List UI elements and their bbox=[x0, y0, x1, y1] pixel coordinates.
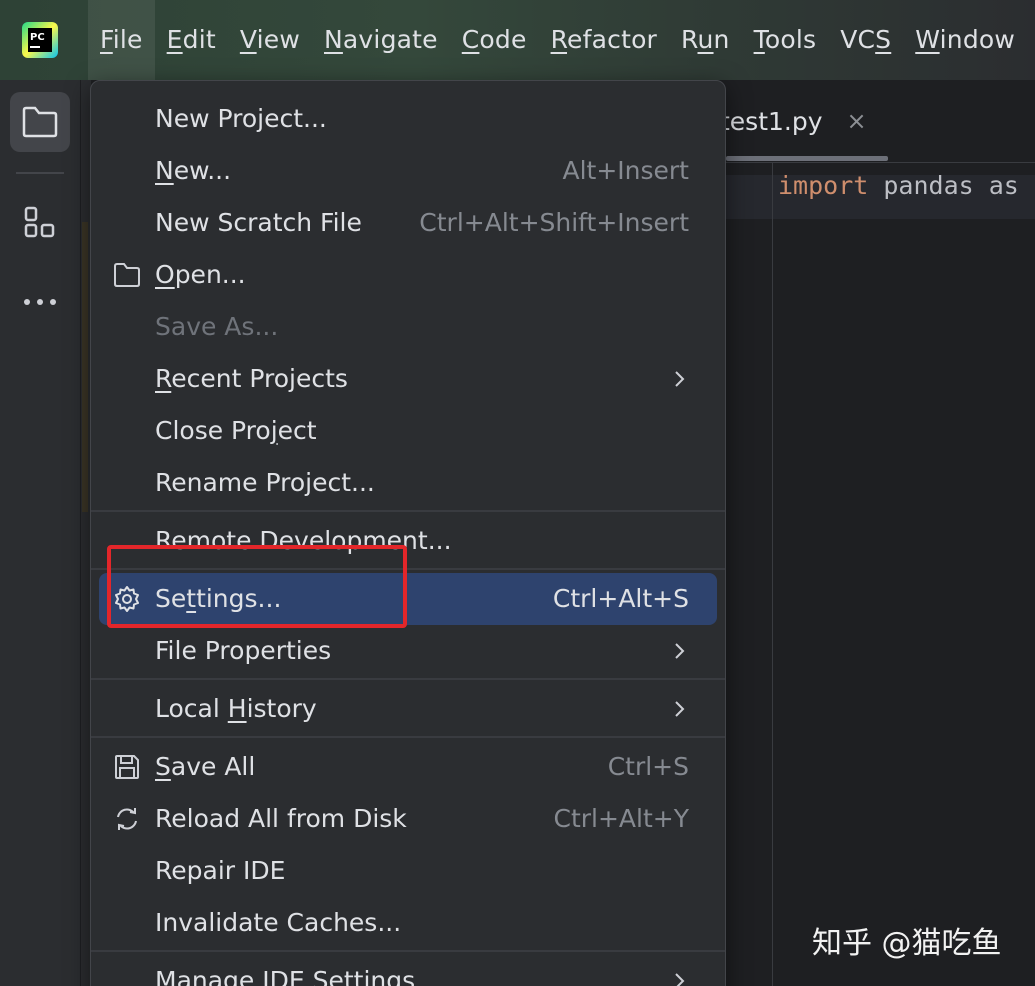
file-menu-dropdown: New Project... New... Alt+Insert New Scr… bbox=[90, 80, 726, 986]
menu-item-open[interactable]: Open... bbox=[99, 249, 717, 301]
gutter-divider bbox=[772, 163, 773, 986]
project-tool-button[interactable] bbox=[10, 92, 70, 152]
menu-item-repair-ide[interactable]: Repair IDE bbox=[99, 845, 717, 897]
menu-item-close-project[interactable]: Close Project bbox=[99, 405, 717, 457]
save-icon bbox=[115, 755, 139, 779]
tab-label: test1.py bbox=[720, 106, 823, 136]
reload-icon bbox=[117, 808, 137, 830]
svg-text:PC: PC bbox=[30, 32, 45, 43]
chevron-right-icon bbox=[675, 643, 685, 659]
project-panel-accent bbox=[82, 222, 88, 512]
structure-icon bbox=[24, 206, 55, 238]
menu-item-manage-ide-settings[interactable]: Manage IDE Settings bbox=[99, 955, 717, 986]
code-line-1[interactable]: import pandas as bbox=[778, 171, 1019, 200]
folder-open-icon bbox=[114, 263, 140, 287]
code-editor[interactable]: import pandas as bbox=[690, 163, 1035, 986]
menu-item-reload-all-from-disk[interactable]: Reload All from Disk Ctrl+Alt+Y bbox=[99, 793, 717, 845]
pycharm-logo-icon[interactable]: PC bbox=[22, 22, 58, 58]
menu-item-save-all[interactable]: Save All Ctrl+S bbox=[99, 741, 717, 793]
menu-navigate[interactable]: Navigate bbox=[312, 0, 450, 80]
menu-item-rename-project[interactable]: Rename Project... bbox=[99, 457, 717, 509]
left-toolstrip bbox=[0, 80, 81, 986]
menu-item-file-properties[interactable]: File Properties bbox=[99, 625, 717, 677]
menu-item-new-scratch-file[interactable]: New Scratch File Ctrl+Alt+Shift+Insert bbox=[99, 197, 717, 249]
chevron-right-icon bbox=[675, 371, 685, 387]
menu-edit[interactable]: Edit bbox=[155, 0, 228, 80]
menu-separator bbox=[91, 950, 725, 952]
close-icon[interactable]: × bbox=[847, 107, 867, 135]
menu-tools[interactable]: Tools bbox=[742, 0, 829, 80]
toolstrip-separator bbox=[16, 172, 64, 174]
menu-item-new-project[interactable]: New Project... bbox=[99, 93, 717, 145]
menu-item-local-history[interactable]: Local History bbox=[99, 683, 717, 735]
menu-separator bbox=[91, 510, 725, 512]
menu-file[interactable]: File bbox=[88, 0, 155, 80]
menu-item-save-as: Save As... bbox=[155, 312, 279, 341]
annotation-highlight-box bbox=[107, 545, 407, 628]
more-dots-icon bbox=[24, 299, 56, 305]
tab-test1-py[interactable]: test1.py × bbox=[720, 80, 867, 162]
main-menubar: PC File Edit View Navigate Code Refactor… bbox=[0, 0, 1035, 80]
menu-separator bbox=[91, 678, 725, 680]
menu-refactor[interactable]: Refactor bbox=[539, 0, 669, 80]
menu-view[interactable]: View bbox=[228, 0, 312, 80]
menu-item-recent-projects[interactable]: Recent Projects bbox=[99, 353, 717, 405]
menu-item-invalidate-caches[interactable]: Invalidate Caches... bbox=[99, 897, 717, 949]
folder-icon bbox=[22, 106, 58, 138]
menu-vcs[interactable]: VCS bbox=[828, 0, 903, 80]
structure-tool-button[interactable] bbox=[10, 192, 70, 252]
menu-code[interactable]: Code bbox=[450, 0, 539, 80]
ide-window: PC File Edit View Navigate Code Refactor… bbox=[0, 0, 1035, 986]
menu-item-new[interactable]: New... Alt+Insert bbox=[99, 145, 717, 197]
editor-tabs: test1.py × bbox=[690, 80, 1035, 163]
menu-run[interactable]: Run bbox=[669, 0, 742, 80]
active-tab-indicator bbox=[726, 156, 888, 161]
chevron-right-icon bbox=[675, 973, 685, 986]
menu-items: File Edit View Navigate Code Refactor Ru… bbox=[88, 0, 1027, 80]
more-tools-button[interactable] bbox=[10, 272, 70, 332]
chevron-right-icon bbox=[675, 701, 685, 717]
menu-window[interactable]: Window bbox=[903, 0, 1027, 80]
menu-separator bbox=[91, 736, 725, 738]
watermark: 知乎 @猫吃鱼 bbox=[812, 926, 1002, 961]
